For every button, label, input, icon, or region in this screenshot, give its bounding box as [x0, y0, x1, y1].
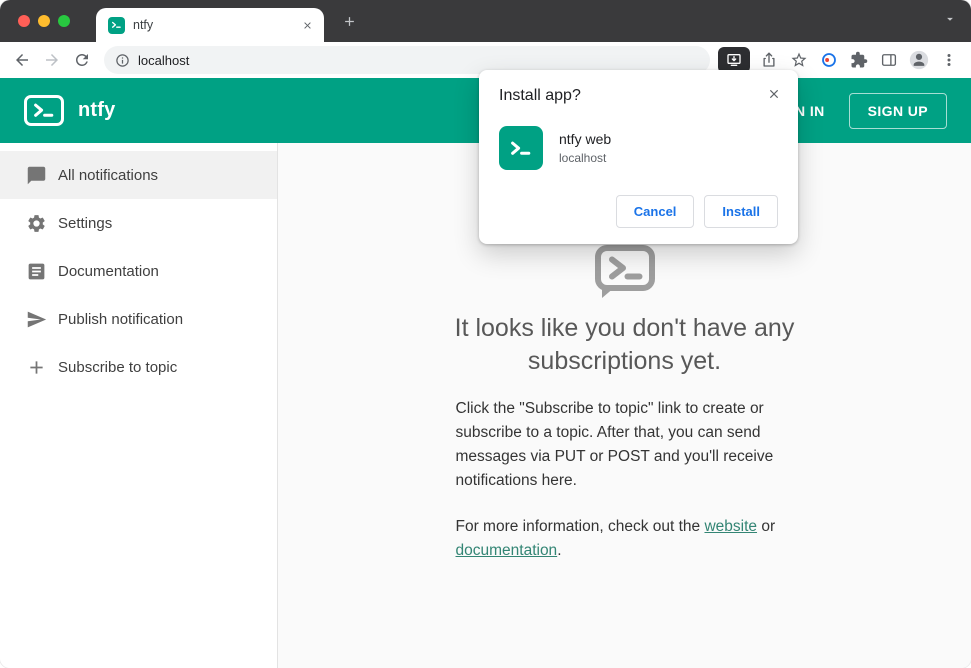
sidebar-item-label: Settings	[58, 214, 113, 232]
sidebar-item-label: Subscribe to topic	[58, 358, 178, 376]
address-url: localhost	[138, 52, 190, 68]
empty-state-title: It looks like you don't have any subscri…	[454, 314, 795, 375]
window-controls	[18, 15, 70, 27]
tab-strip: ntfy	[0, 0, 971, 42]
app-title: ntfy	[78, 99, 116, 121]
new-tab-button[interactable]	[336, 8, 362, 34]
close-window-button[interactable]	[18, 15, 30, 27]
tab-title: ntfy	[133, 18, 154, 32]
sign-up-button[interactable]: SIGN UP	[848, 92, 947, 129]
send-icon	[25, 308, 47, 330]
website-link[interactable]: website	[704, 518, 757, 535]
article-icon	[25, 260, 47, 282]
install-app-origin: localhost	[559, 151, 607, 165]
text-fragment: .	[557, 542, 562, 560]
gear-icon	[25, 212, 47, 234]
plus-icon	[25, 356, 47, 378]
ntfy-logo-icon	[24, 95, 64, 126]
browser-tab[interactable]: ntfy	[96, 8, 324, 42]
empty-state-links-paragraph: For more information, check out the webs…	[456, 515, 794, 563]
extensions-puzzle-icon[interactable]	[845, 46, 873, 74]
install-app-meta: ntfy web localhost	[559, 131, 611, 165]
empty-state-paragraph: Click the "Subscribe to topic" link to c…	[455, 400, 774, 490]
menu-kebab-icon[interactable]	[935, 46, 963, 74]
browser-window: ntfy localhost ntfy IN SIGN UP All notif…	[0, 0, 971, 668]
minimize-window-button[interactable]	[38, 15, 50, 27]
sidebar: All notifications Settings Documentation…	[0, 143, 278, 668]
install-app-info: ntfy web localhost	[499, 126, 778, 170]
site-info-icon[interactable]	[115, 53, 130, 68]
sidebar-item-label: Documentation	[58, 262, 159, 280]
sidebar-item-settings[interactable]: Settings	[0, 199, 277, 247]
empty-state-text: Click the "Subscribe to topic" link to c…	[456, 397, 794, 585]
zoom-window-button[interactable]	[58, 15, 70, 27]
back-button[interactable]	[8, 46, 36, 74]
sidebar-item-label: Publish notification	[58, 310, 184, 328]
documentation-link[interactable]: documentation	[456, 542, 558, 559]
ntfy-favicon-icon	[108, 16, 125, 34]
chat-bubble-icon	[25, 164, 47, 186]
cancel-button[interactable]: Cancel	[615, 195, 695, 228]
ntfy-app-icon	[499, 126, 543, 170]
sidebar-item-all-notifications[interactable]: All notifications	[0, 151, 277, 199]
side-panel-icon[interactable]	[875, 46, 903, 74]
install-app-dialog: Install app? ntfy web localhost Cancel I…	[479, 70, 798, 244]
install-dialog-buttons: Cancel Install	[499, 195, 778, 228]
tab-search-chevron-icon[interactable]	[943, 12, 957, 31]
text-fragment: or	[757, 518, 776, 536]
install-dialog-title: Install app?	[499, 87, 581, 104]
text-fragment: For more information, check out the	[455, 518, 705, 536]
install-button[interactable]: Install	[704, 195, 778, 228]
sidebar-item-label: All notifications	[58, 166, 159, 184]
dialog-close-icon[interactable]	[764, 84, 784, 104]
sidebar-item-subscribe-to-topic[interactable]: Subscribe to topic	[0, 343, 277, 391]
forward-button[interactable]	[38, 46, 66, 74]
tab-close-icon[interactable]	[299, 17, 316, 34]
profile-avatar[interactable]	[905, 46, 933, 74]
reload-button[interactable]	[68, 46, 96, 74]
sidebar-item-documentation[interactable]: Documentation	[0, 247, 277, 295]
extension-badge-icon[interactable]	[815, 46, 843, 74]
sidebar-item-publish-notification[interactable]: Publish notification	[0, 295, 277, 343]
ntfy-empty-state-logo-icon	[593, 243, 657, 304]
install-app-name: ntfy web	[559, 131, 612, 147]
